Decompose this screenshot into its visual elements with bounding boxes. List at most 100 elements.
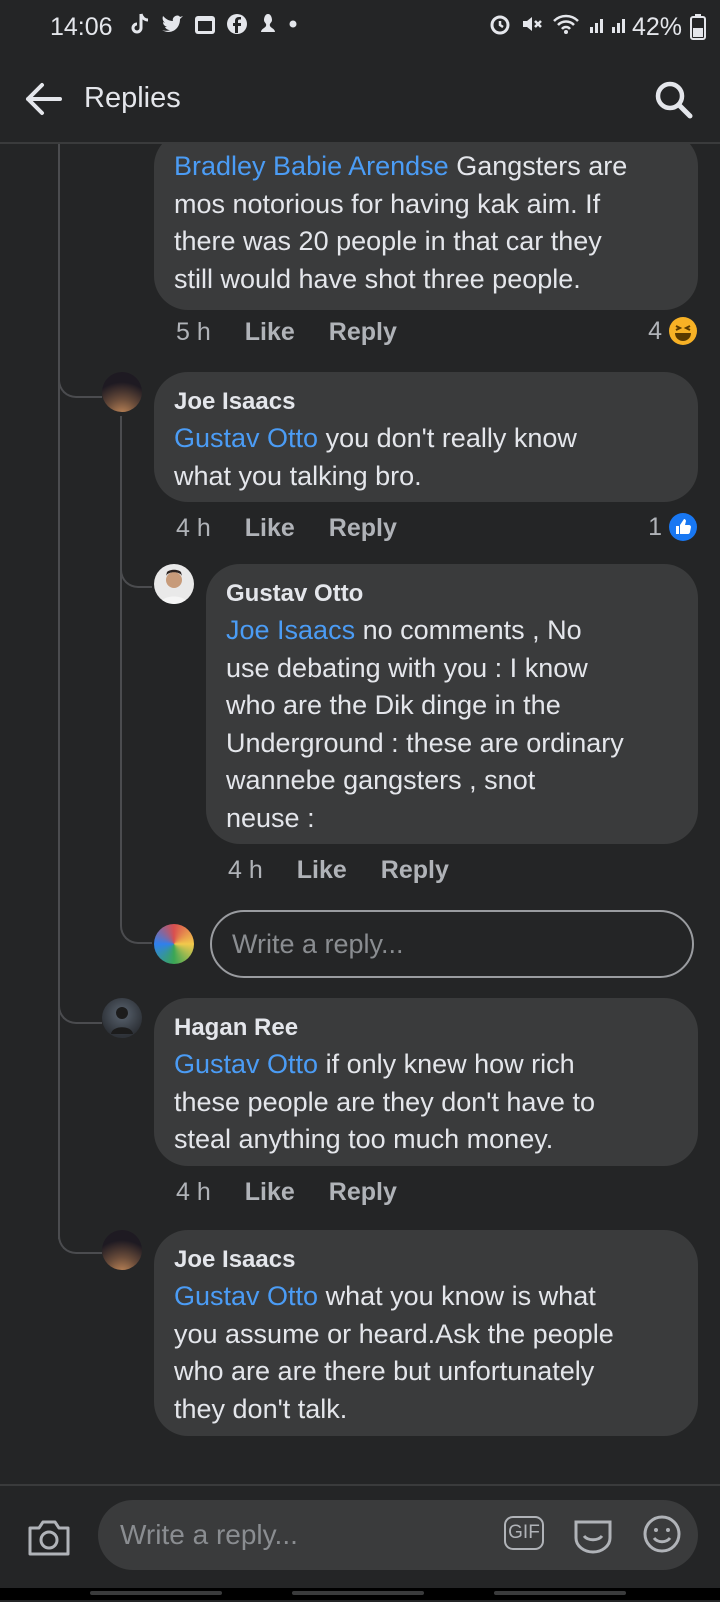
status-bar: 14:06 42% [0,0,720,56]
comment-text: who are are there but unfortunately [174,1356,595,1386]
comment-text: you don't really know [325,423,577,453]
system-nav-bar [0,1588,720,1600]
comment-bubble[interactable]: Gustav Otto Joe Isaacs no comments , No … [206,564,698,844]
mention-link[interactable]: Joe Isaacs [226,615,355,645]
thread-connector [58,994,102,1024]
comment-actions: 4 h Like Reply [176,514,397,543]
comment-time: 4 h [176,1178,211,1206]
reply-button[interactable]: Reply [329,318,397,347]
reaction-summary[interactable]: 1 [648,512,698,542]
reply-button[interactable]: Reply [381,856,449,885]
person-avatar-icon [111,1007,133,1034]
thread-line-nested [120,416,122,916]
like-button[interactable]: Like [245,514,295,543]
person-avatar-icon [160,569,188,604]
replies-thread[interactable]: Bradley Babie Arendse Gangsters are mos … [0,144,720,1484]
search-icon[interactable] [652,78,694,120]
thread-connector [58,1224,102,1254]
avatar[interactable] [102,1230,142,1270]
comment-bubble[interactable]: Joe Isaacs Gustav Otto what you know is … [154,1230,698,1436]
system-icons [488,12,632,36]
battery-percent: 42% [631,13,682,41]
sticker-icon[interactable] [572,1514,614,1554]
alarm-icon [490,15,510,35]
wifi-icon [553,14,579,34]
comment-text: Gangsters are [456,151,628,181]
avatar[interactable] [102,998,142,1038]
comment-author[interactable]: Joe Isaacs [174,386,678,418]
like-button[interactable]: Like [245,1178,295,1207]
camera-icon[interactable] [26,1516,72,1558]
like-button[interactable]: Like [297,856,347,885]
comment-text: there was 20 people in that car they [174,226,602,256]
status-time: 14:06 [50,13,113,41]
gif-button[interactable]: GIF [504,1516,544,1550]
nav-handle [292,1591,424,1595]
comment-text: use debating with you : I know [226,652,588,683]
thread-connector [120,558,152,588]
comment-text: they don't talk. [174,1393,348,1424]
comment-text: if only knew how rich [325,1049,575,1079]
like-button[interactable]: Like [245,318,295,347]
reply-button[interactable]: Reply [329,514,397,543]
app-bar: Replies [0,56,720,144]
tiktok-icon [131,13,149,34]
comment-text: steal anything too much money. [174,1124,554,1154]
comment-author[interactable]: Hagan Ree [174,1012,678,1044]
notification-icon [261,14,275,32]
thread-connector [58,368,102,398]
comment-text: who are the Dik dinge in the [226,690,561,720]
mention-link[interactable]: Gustav Otto [174,1281,318,1311]
comment-author[interactable]: Gustav Otto [226,578,678,610]
comment-actions: 4 h Like Reply [228,856,449,885]
comment-bubble[interactable]: Joe Isaacs Gustav Otto you don't really … [154,372,698,502]
like-reaction-icon [669,513,697,541]
mute-icon [523,17,542,31]
reaction-summary[interactable]: 4 [648,316,698,346]
comment-time: 4 h [228,856,263,884]
comment-text: mos notorious for having kak aim. If [174,188,601,219]
nav-handle [494,1591,626,1595]
thread-connector [120,914,152,944]
comment-actions: 5 h Like Reply [176,318,397,347]
avatar[interactable] [102,372,142,412]
back-arrow-icon[interactable] [22,78,64,120]
comment-time: 5 h [176,318,211,346]
haha-reaction-icon [669,317,697,345]
comment-text: you assume or heard.Ask the people [174,1318,614,1349]
mention-link[interactable]: Gustav Otto [174,423,318,453]
comment-bubble[interactable]: Bradley Babie Arendse Gangsters are mos … [154,144,698,310]
emoji-icon[interactable] [642,1514,682,1554]
comment-text: still would have shot three people. [174,263,581,294]
comment-author[interactable]: Joe Isaacs [174,1244,678,1276]
comment-text: neuse : [226,802,315,833]
my-avatar [154,924,194,964]
twitter-icon [162,15,183,32]
comment-bubble[interactable]: Hagan Ree Gustav Otto if only knew how r… [154,998,698,1166]
reply-button[interactable]: Reply [329,1178,397,1207]
comment-text: these people are they don't have to [174,1086,595,1117]
comment-time: 4 h [176,514,211,542]
comment-text: what you know is what [325,1281,596,1311]
inline-reply-input[interactable]: Write a reply... [210,910,694,978]
avatar[interactable] [154,564,194,604]
notification-icons [128,12,298,36]
battery-icon [690,14,706,40]
signal-icon [590,19,625,33]
mention-link[interactable]: Gustav Otto [174,1049,318,1079]
reaction-count: 4 [648,316,662,345]
comment-actions: 4 h Like Reply [176,1178,397,1207]
reply-composer: Write a reply... GIF [0,1484,720,1602]
comment-text: what you talking bro. [174,460,422,491]
reaction-count: 1 [648,512,662,541]
dot-icon [289,20,297,28]
mention-link[interactable]: Bradley Babie Arendse [174,151,449,181]
comment-text: wannebe gangsters , snot [226,765,536,795]
comment-text: no comments , No [362,615,582,645]
nav-handle [90,1591,222,1595]
calendar-icon [195,16,215,34]
thread-line-main [58,144,60,1239]
comment-text: Underground : these are ordinary [226,727,624,758]
page-title: Replies [84,82,181,114]
facebook-icon [227,14,247,34]
